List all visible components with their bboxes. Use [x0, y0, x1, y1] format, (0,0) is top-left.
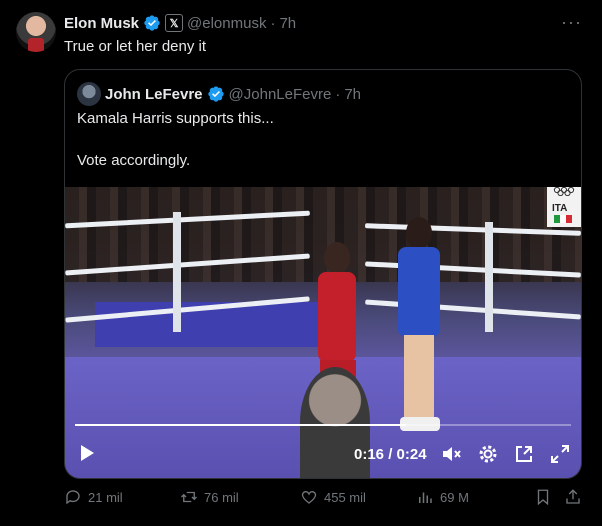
bookmark-button[interactable] [534, 488, 552, 506]
video-time-display: 0:16 / 0:24 [354, 446, 427, 463]
x-affiliate-badge-icon[interactable]: 𝕏 [165, 14, 184, 32]
author-handle[interactable]: @elonmusk [187, 15, 266, 32]
heart-icon [301, 490, 317, 504]
reply-count: 21 mil [88, 489, 123, 505]
quoted-tweet-text-line1: Kamala Harris supports this... [77, 110, 274, 127]
quoted-tweet-text-line2: Vote accordingly. [77, 152, 191, 169]
quoted-tweet-card[interactable]: John LeFevre @JohnLeFevre · 7h Kamala Ha… [64, 69, 582, 479]
views-button[interactable]: 69 M [416, 488, 469, 506]
play-icon[interactable] [77, 443, 97, 468]
tweet-text: True or let her deny it [64, 38, 207, 55]
verified-badge-icon[interactable] [143, 14, 161, 32]
tweet-timestamp[interactable]: 7h [279, 15, 296, 32]
retweet-count: 76 mil [204, 489, 239, 505]
video-controls: 0:16 / 0:24 [65, 435, 581, 475]
settings-gear-icon[interactable] [477, 443, 499, 470]
author-avatar[interactable] [16, 12, 56, 52]
olympic-rings-icon [553, 187, 575, 198]
video-progress-bar[interactable] [75, 424, 571, 426]
video-ring-post [485, 222, 493, 332]
views-chart-icon [419, 492, 432, 503]
bookmark-icon [537, 489, 549, 506]
video-country-label: ITA [552, 203, 568, 214]
video-player[interactable]: ITA 0:16 / 0:24 [65, 187, 581, 478]
reply-icon [66, 490, 80, 505]
quoted-author-name[interactable]: John LeFevre [105, 86, 203, 103]
like-button[interactable]: 455 mil [300, 488, 366, 506]
share-icon [566, 489, 580, 504]
quoted-author-handle[interactable]: @JohnLeFevre [229, 86, 332, 103]
quoted-tweet-timestamp[interactable]: 7h [344, 86, 361, 103]
video-ring-post [173, 212, 181, 332]
verified-badge-icon[interactable] [207, 85, 225, 103]
video-progress-fill [75, 424, 406, 426]
separator-dot: · [335, 85, 341, 103]
views-count: 69 M [440, 489, 469, 505]
video-fighter-blue [390, 217, 450, 437]
like-count: 455 mil [324, 489, 366, 505]
tweet-action-bar: 21 mil 76 mil 455 mil 69 M [64, 488, 584, 512]
more-options-icon[interactable]: ··· [561, 12, 582, 33]
fullscreen-icon[interactable] [549, 443, 571, 470]
retweet-button[interactable]: 76 mil [180, 488, 239, 506]
tweet-header: Elon Musk 𝕏 @elonmusk · 7h [64, 13, 296, 33]
reply-button[interactable]: 21 mil [64, 488, 123, 506]
mute-icon[interactable] [440, 443, 462, 470]
separator-dot: · [270, 14, 276, 32]
author-name[interactable]: Elon Musk [64, 15, 139, 32]
picture-in-picture-icon[interactable] [513, 443, 535, 470]
share-button[interactable] [564, 488, 582, 506]
quoted-author-avatar[interactable] [77, 82, 101, 106]
quoted-tweet-header: John LeFevre @JohnLeFevre · 7h [105, 84, 361, 104]
retweet-icon [181, 491, 197, 503]
italy-flag-icon [554, 215, 572, 223]
